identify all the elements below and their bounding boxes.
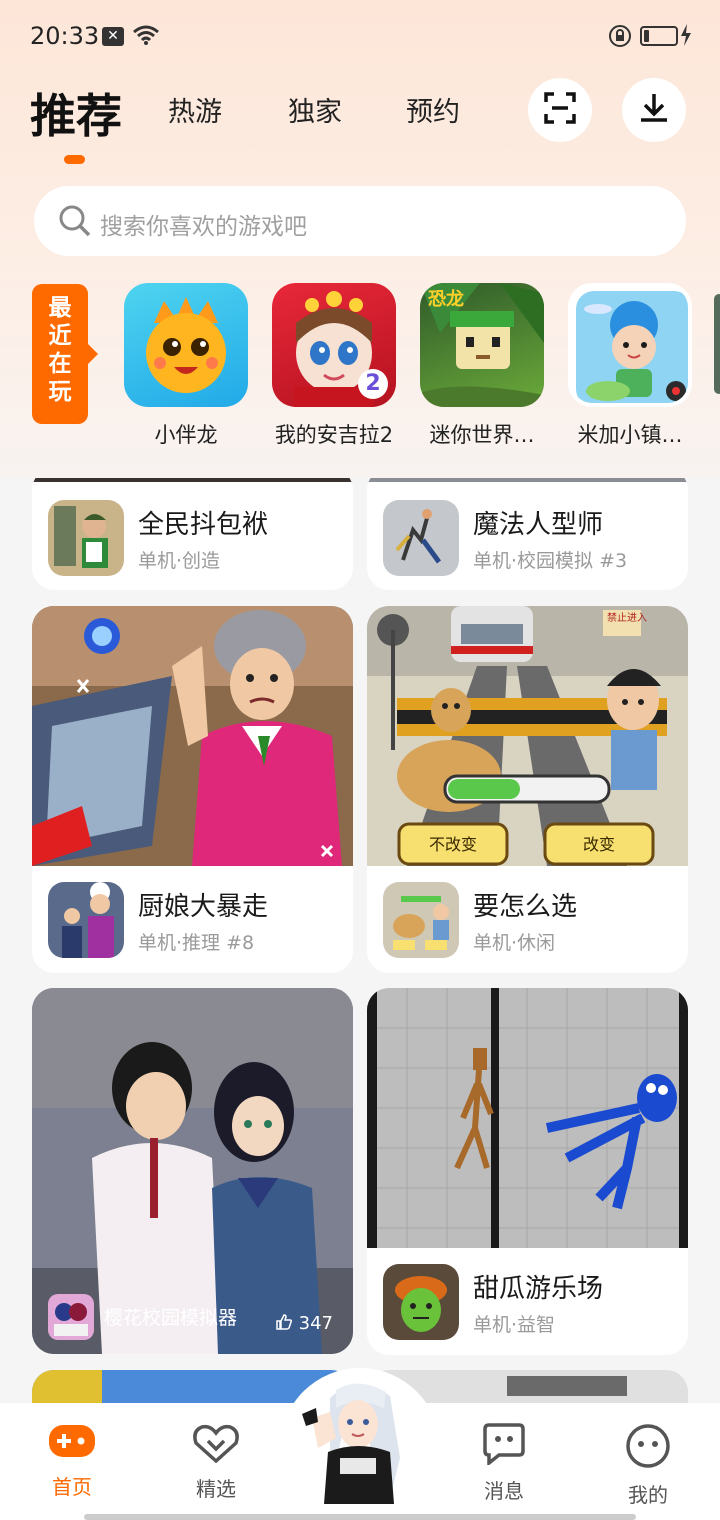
game-icon-dragon <box>124 283 248 407</box>
nav-label: 消息 <box>484 1479 524 1503</box>
game-tags: 单机·创造 <box>138 550 221 572</box>
game-thumb <box>383 1264 459 1340</box>
game-card[interactable]: 全民抖包袱 单机·创造 <box>32 478 353 590</box>
thumbs-up-icon <box>276 1314 292 1330</box>
scan-icon <box>543 91 577 129</box>
badge-char: 玩 <box>48 379 72 405</box>
game-tags: 单机·益智 <box>473 1314 556 1336</box>
game-card[interactable]: 厨娘大暴走 单机·推理 #8 <box>32 606 353 973</box>
svg-text:恐龙: 恐龙 <box>428 288 464 310</box>
gamepad-icon <box>47 1425 97 1465</box>
game-tags: 单机·校园模拟 #3 <box>473 550 628 572</box>
face-icon <box>625 1424 671 1473</box>
tab-hot[interactable]: 热游 <box>168 90 222 129</box>
wifi-icon <box>132 24 160 50</box>
heart-badge-icon <box>192 1424 240 1467</box>
game-thumb <box>383 882 459 958</box>
center-character-avatar[interactable] <box>300 1378 416 1504</box>
notification-icon: ✕ <box>102 27 124 46</box>
game-card[interactable]: 禁止进入不改变 改变 要怎么选 单机·休闲 <box>367 606 688 973</box>
game-thumb <box>48 882 124 958</box>
nav-home[interactable]: 首页 <box>32 1423 112 1500</box>
game-tags: 单机·休闲 <box>473 932 556 954</box>
nav-profile[interactable]: 我的 <box>608 1423 688 1508</box>
nav-label: 我的 <box>628 1483 668 1507</box>
message-icon <box>481 1423 527 1469</box>
version-badge: 2 <box>358 369 388 399</box>
game-card[interactable]: 甜瓜游乐场 单机·益智 <box>367 988 688 1355</box>
likes-count[interactable]: 347 <box>275 1313 333 1334</box>
game-card[interactable]: 樱花校园模拟器 347 <box>32 988 353 1354</box>
recent-game-name: 米加小镇… <box>577 423 683 447</box>
game-feed[interactable]: 全民抖包袱 单机·创造 魔法人型师 单机·校园模拟 #3 厨娘大暴走 单机·推理… <box>0 478 720 1403</box>
recent-game-name: 我的安吉拉2 <box>274 423 394 447</box>
scan-button[interactable] <box>528 78 592 142</box>
game-cover-image <box>32 606 353 870</box>
card-image-strip <box>32 478 353 482</box>
game-title: 樱花校园模拟器 <box>104 1307 238 1329</box>
battery-icon <box>640 26 678 46</box>
game-title: 全民抖包袱 <box>138 510 269 540</box>
nav-messages[interactable]: 消息 <box>464 1423 544 1504</box>
status-time: 20:33 <box>30 22 100 50</box>
recent-game-xiaobanlong[interactable]: 小伴龙 <box>124 283 248 449</box>
badge-char: 近 <box>48 323 72 349</box>
recent-game-mini-world[interactable]: 恐龙 迷你世界… <box>420 283 544 449</box>
tab-exclusive[interactable]: 独家 <box>288 90 342 129</box>
card-image-fragment <box>32 1370 102 1403</box>
game-thumb <box>48 1294 94 1340</box>
game-card[interactable]: 魔法人型师 单机·校园模拟 #3 <box>367 478 688 590</box>
download-icon <box>638 91 670 129</box>
recent-game-angela2[interactable]: 2 我的安吉拉2 <box>272 283 396 449</box>
img-button-text: 不改变 <box>429 835 477 854</box>
game-title: 厨娘大暴走 <box>138 892 269 922</box>
badge-char: 在 <box>48 351 72 377</box>
game-title: 甜瓜游乐场 <box>473 1274 604 1304</box>
game-title: 魔法人型师 <box>473 510 604 540</box>
card-image-strip <box>367 478 688 482</box>
game-icon-miga <box>568 283 692 407</box>
nav-featured[interactable]: 精选 <box>176 1423 256 1502</box>
status-bar: 20:33 ✕ <box>0 0 720 74</box>
search-icon <box>58 204 92 242</box>
charging-icon <box>680 24 692 50</box>
game-tags: 单机·推理 #8 <box>138 932 255 954</box>
game-icon-mini-world: 恐龙 <box>420 283 544 407</box>
tab-reserve[interactable]: 预约 <box>406 90 460 129</box>
game-cover-image: 禁止进入不改变 改变 <box>367 606 688 870</box>
img-button-text: 改变 <box>583 835 615 854</box>
nav-label: 首页 <box>52 1475 92 1499</box>
card-image-fragment <box>507 1376 627 1396</box>
recent-game-partial[interactable] <box>714 294 720 394</box>
tab-recommend[interactable]: 推荐 <box>30 80 122 146</box>
download-button[interactable] <box>622 78 686 142</box>
nav-label: 精选 <box>196 1477 236 1501</box>
search-input[interactable]: 搜索你喜欢的游戏吧 <box>34 186 686 256</box>
likes-value: 347 <box>298 1313 333 1334</box>
game-icon-angela: 2 <box>272 283 396 407</box>
badge-char: 最 <box>48 295 72 321</box>
recent-game-name: 小伴龙 <box>154 423 218 447</box>
img-sign-text: 禁止进入 <box>607 612 647 624</box>
active-tab-indicator <box>64 155 85 164</box>
game-thumb <box>383 500 459 576</box>
game-thumb <box>48 500 124 576</box>
game-title: 要怎么选 <box>473 892 578 922</box>
recent-game-name: 迷你世界… <box>429 423 535 447</box>
recent-game-miga-town[interactable]: 米加小镇… <box>568 283 692 449</box>
game-cover-image <box>367 988 688 1252</box>
system-home-indicator <box>84 1514 636 1520</box>
rotation-lock-icon <box>608 24 632 52</box>
recent-played-badge: 最 近 在 玩 <box>32 284 98 424</box>
search-placeholder: 搜索你喜欢的游戏吧 <box>100 214 307 240</box>
